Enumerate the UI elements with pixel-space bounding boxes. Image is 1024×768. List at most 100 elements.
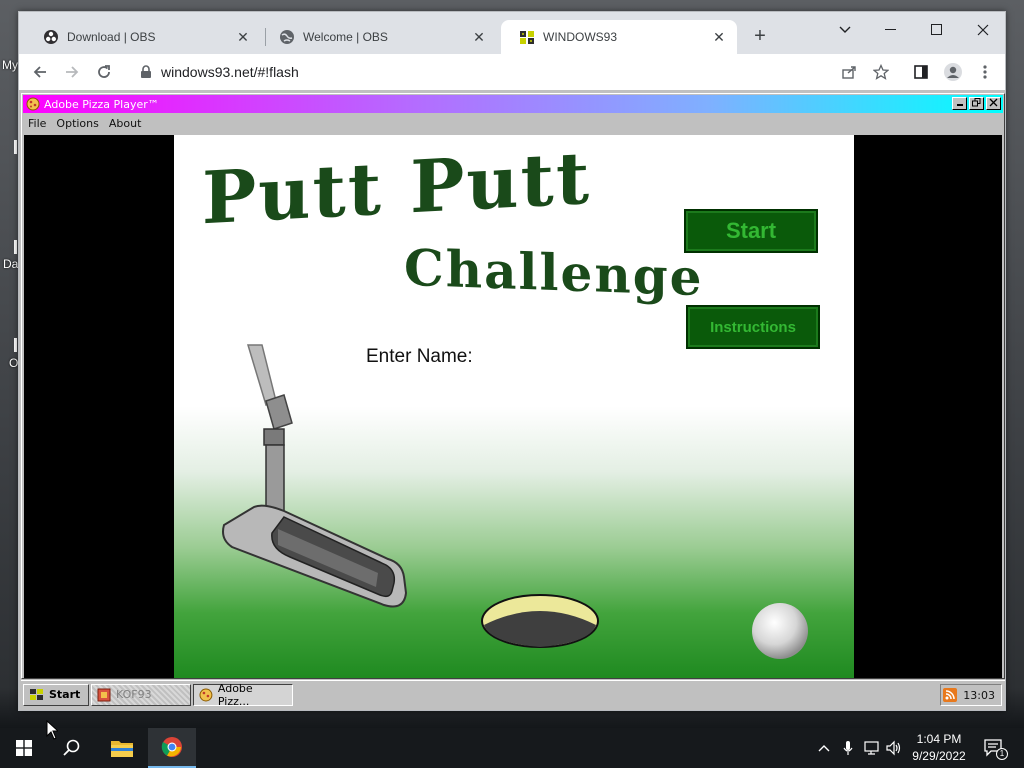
window-restore-button[interactable] [969,97,984,110]
restore-icon [972,98,981,107]
start-game-button[interactable]: Start [684,209,818,253]
instructions-button[interactable]: Instructions [686,305,820,349]
reload-button[interactable] [92,60,116,84]
w93-taskbar-item-adobe-pizza[interactable]: Adobe Pizz... [193,681,293,708]
tab-welcome-obs[interactable]: Welcome | OBS ✕ [261,20,497,54]
minimize-icon [956,104,963,106]
browser-window: Download | OBS ✕ Welcome | OBS ✕ WINDOWS… [18,11,1006,711]
url-text: windows93.net/#!flash [161,64,299,80]
network-icon [864,741,879,755]
notification-count-badge: 1 [996,748,1008,760]
w93-clock: 13:03 [963,688,995,702]
search-icon [63,739,80,756]
window-title: Adobe Pizza Player™ [44,97,159,111]
avatar-icon [944,63,962,81]
close-window-button[interactable] [960,16,1006,44]
tab-download-obs[interactable]: Download | OBS ✕ [25,20,261,54]
chrome-taskbar-button[interactable] [148,728,196,768]
menu-button[interactable] [973,60,997,84]
desktop-icon-sliver [14,338,17,352]
window-minimize-button[interactable] [952,97,967,110]
rss-icon[interactable] [943,688,958,702]
game-title-challenge: Challenge [404,237,704,308]
action-center-button[interactable]: 1 [982,738,1008,760]
pizza-icon [26,97,40,111]
kebab-menu-icon [983,65,987,79]
tab-title: Welcome | OBS [303,30,388,44]
network-button[interactable] [862,738,882,758]
desktop-label-my[interactable]: My [2,58,18,72]
close-icon[interactable]: ✕ [235,29,251,45]
arrow-left-icon [33,66,46,78]
chevron-down-icon [839,26,851,33]
microphone-icon [843,741,853,755]
w93-taskbar-item-label: Adobe Pizz... [217,681,253,708]
tab-search-button[interactable] [822,16,868,44]
desktop-label-da[interactable]: Da [3,257,18,271]
game-stage[interactable]: Putt Putt Challenge Start Instructions E… [174,135,854,678]
windows93-icon [30,688,43,700]
tab-windows93[interactable]: WINDOWS93 ✕ [501,20,737,54]
reload-icon [98,65,110,78]
page-viewport: Adobe Pizza Player™ File Options About P… [19,90,1005,710]
windows-logo-icon [16,740,32,756]
maximize-button[interactable] [914,16,960,44]
desktop-label-o[interactable]: O [9,356,18,370]
microphone-button[interactable] [838,738,858,758]
minimize-button[interactable] [868,16,914,44]
file-explorer-button[interactable] [98,728,146,768]
new-tab-button[interactable]: + [749,26,771,48]
minimize-icon [885,29,896,30]
browser-toolbar: windows93.net/#!flash [19,54,1005,90]
close-icon [977,24,989,36]
game-title-putt-putt: Putt Putt [202,135,592,241]
menu-options[interactable]: Options [51,117,103,130]
show-hidden-icons-button[interactable] [814,738,834,758]
side-panel-icon [914,65,928,79]
tab-title: WINDOWS93 [543,30,618,44]
kof93-icon [97,688,111,701]
share-icon [842,66,856,79]
close-icon [989,98,998,107]
window-menubar: File Options About [23,114,1003,133]
putter-club [222,344,408,608]
forward-button[interactable] [60,60,84,84]
w93-taskbar-item-kof93[interactable]: KOF93 [91,683,191,706]
golf-hole [481,594,599,648]
system-clock[interactable]: 1:04 PM 9/29/2022 [900,731,978,765]
clock-time: 1:04 PM [916,732,962,746]
bookmark-button[interactable] [869,60,893,84]
w93-start-label: Start [49,688,81,701]
globe-icon [279,29,295,45]
address-bar[interactable]: windows93.net/#!flash [129,58,899,86]
pizza-icon [199,688,213,701]
share-button[interactable] [837,60,861,84]
maximize-icon [931,24,942,35]
profile-button[interactable] [941,60,965,84]
side-panel-button[interactable] [909,60,933,84]
windows-start-button[interactable] [0,728,48,768]
tab-title: Download | OBS [67,30,156,44]
clock-date: 9/29/2022 [912,749,966,763]
chevron-up-icon [818,745,830,752]
window-titlebar[interactable]: Adobe Pizza Player™ [23,95,1003,113]
close-icon[interactable]: ✕ [711,29,727,45]
mouse-cursor-icon [46,720,58,740]
chrome-icon [161,737,182,757]
back-button[interactable] [28,60,52,84]
window-close-button[interactable] [986,97,1001,110]
arrow-right-icon [66,66,79,78]
tab-strip: Download | OBS ✕ Welcome | OBS ✕ WINDOWS… [19,12,1005,54]
w93-taskbar: Start KOF93 Adobe Pizz... 13:03 [21,680,1005,708]
windows-taskbar: 1:04 PM 9/29/2022 1 [0,728,1024,768]
menu-about[interactable]: About [104,117,147,130]
close-icon[interactable]: ✕ [471,29,487,45]
w93-taskbar-item-label: KOF93 [116,688,152,701]
w93-start-button[interactable]: Start [23,683,89,706]
w93-system-tray: 13:03 [940,684,1002,706]
lock-icon[interactable] [139,65,153,79]
star-icon [873,64,889,80]
obs-icon [43,29,59,45]
desktop-icon-sliver [14,140,17,154]
menu-file[interactable]: File [23,117,51,130]
